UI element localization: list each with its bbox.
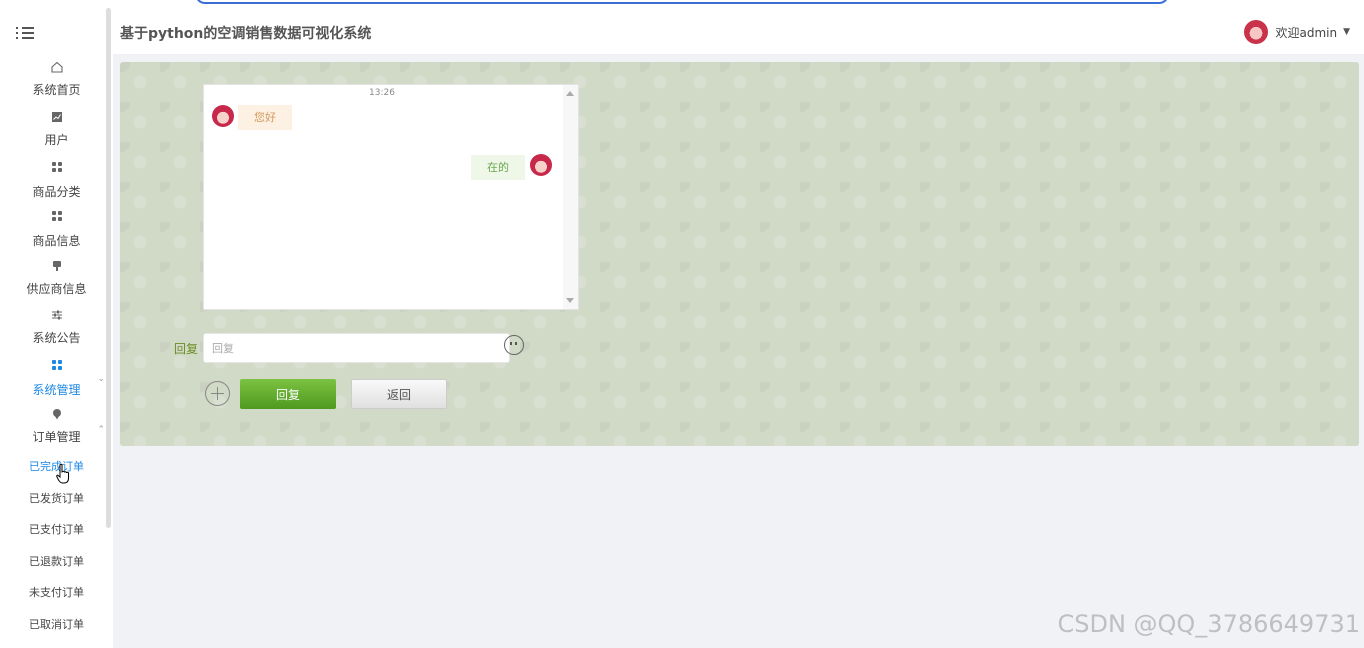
sidebar-item-system-management[interactable]: 系统管理 ⌄ <box>0 358 113 398</box>
browser-address-bar <box>195 0 1169 4</box>
chat-panel: 13:26 您好 在的 回复 回复 返回 <box>120 62 1359 446</box>
chat-scrollbar[interactable] <box>563 85 578 309</box>
sliders-icon <box>50 308 64 322</box>
sidebar-subitem-shipped-orders[interactable]: 已发货订单 <box>0 490 113 506</box>
chat-message-left: 您好 <box>238 105 292 130</box>
watermark: CSDN @QQ_3786649731 <box>1057 610 1360 638</box>
sidebar-item-label: 用户 <box>44 133 69 147</box>
sidebar-subitem-cancelled-orders[interactable]: 已取消订单 <box>0 616 113 632</box>
sidebar-item-label: 系统首页 <box>32 83 81 97</box>
chat-message-right: 在的 <box>471 155 525 180</box>
sidebar-subitem-paid-orders[interactable]: 已支付订单 <box>0 521 113 537</box>
caret-down-icon[interactable]: ▼ <box>1343 27 1350 37</box>
hand-cursor-icon <box>56 464 69 484</box>
chart-icon <box>50 110 64 124</box>
sidebar-item-label: 系统公告 <box>32 331 81 345</box>
sidebar-item-label: 商品分类 <box>32 185 81 199</box>
welcome-text: 欢迎admin <box>1275 25 1338 40</box>
sidebar-subitem-refunded-orders[interactable]: 已退款订单 <box>0 553 113 569</box>
reply-submit-button[interactable]: 回复 <box>240 379 336 409</box>
chat-history: 13:26 您好 在的 <box>203 84 579 310</box>
user-menu[interactable]: 欢迎admin ▼ <box>1244 20 1350 44</box>
sidebar-item-label: 系统管理 <box>32 383 81 397</box>
avatar <box>212 105 234 127</box>
avatar[interactable] <box>1244 20 1269 44</box>
sidebar-item-orders[interactable]: 订单管理 ⌃ <box>0 407 113 445</box>
sidebar-item-products[interactable]: 商品信息 <box>0 209 113 249</box>
sidebar-item-category[interactable]: 商品分类 <box>0 160 113 200</box>
scroll-down-icon[interactable] <box>566 298 574 303</box>
sidebar-item-announcements[interactable]: 系统公告 <box>0 308 113 346</box>
sidebar: 系统首页 用户 商品分类 商品信息 供应商信息 系统公告 系统管理 ⌄ 订单管理… <box>0 8 113 648</box>
add-attachment-icon[interactable] <box>205 381 230 406</box>
reply-input[interactable] <box>203 333 510 363</box>
avatar <box>530 154 552 176</box>
chevron-down-icon: ⌄ <box>97 374 105 384</box>
pin-icon <box>50 407 64 421</box>
sidebar-item-label: 订单管理 <box>32 430 81 444</box>
grid-icon <box>50 360 64 374</box>
menu-toggle-icon[interactable] <box>16 24 36 40</box>
home-icon <box>50 60 64 74</box>
sidebar-item-home[interactable]: 系统首页 <box>0 60 113 98</box>
emoji-icon[interactable] <box>504 335 524 355</box>
sidebar-subitem-unpaid-orders[interactable]: 未支付订单 <box>0 584 113 600</box>
grid-icon <box>50 211 64 225</box>
back-button[interactable]: 返回 <box>351 379 447 409</box>
sidebar-item-label: 商品信息 <box>32 234 81 248</box>
reply-label: 回复 <box>174 342 199 356</box>
scroll-up-icon[interactable] <box>566 91 574 96</box>
chevron-up-icon: ⌃ <box>97 425 105 435</box>
sidebar-item-label: 供应商信息 <box>26 282 87 296</box>
page-title: 基于python的空调销售数据可视化系统 <box>120 26 372 42</box>
plug-icon <box>50 259 64 273</box>
sidebar-item-suppliers[interactable]: 供应商信息 <box>0 259 113 297</box>
chat-timestamp: 13:26 <box>369 88 395 98</box>
sidebar-item-users[interactable]: 用户 <box>0 110 113 148</box>
grid-icon <box>50 162 64 176</box>
top-header: 基于python的空调销售数据可视化系统 欢迎admin ▼ <box>113 8 1364 54</box>
